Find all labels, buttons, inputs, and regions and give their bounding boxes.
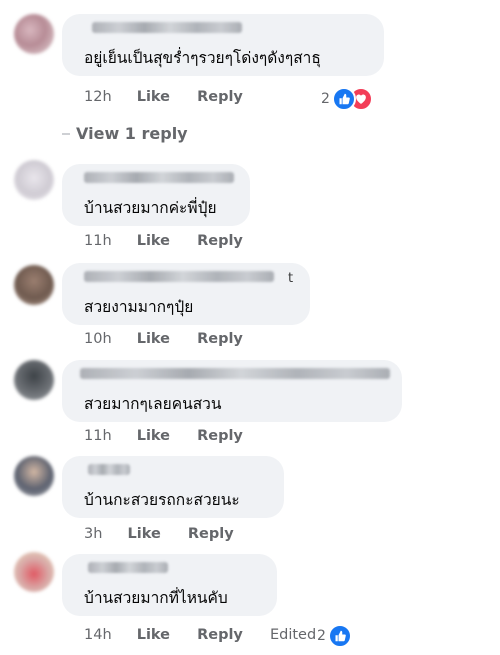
comment-time[interactable]: 11h (84, 233, 112, 249)
like-icon (331, 87, 356, 111)
comment-time[interactable]: 11h (84, 428, 112, 444)
like-button[interactable]: Like (137, 89, 170, 105)
comment-bubble: สวยมากๆเลยคนสวน (62, 360, 402, 422)
comment-bubble: อยู่เย็นเป็นสุขร่ำๆรวยๆโด่งๆดังๆสาธุ (62, 14, 384, 76)
avatar[interactable] (14, 265, 54, 305)
comment-actions: 11h Like Reply (84, 428, 265, 448)
avatar[interactable] (14, 14, 54, 54)
comment-actions: 11h Like Reply (84, 233, 265, 253)
reply-button[interactable]: Reply (197, 331, 243, 347)
avatar[interactable] (14, 456, 54, 496)
edited-label: Edited (269, 627, 317, 643)
reply-button[interactable]: Reply (197, 89, 243, 105)
reply-connector (62, 133, 70, 135)
reaction-summary[interactable]: 2 (317, 624, 352, 648)
comment-text: สวยงามมากๆปุ๋ย (84, 298, 194, 316)
comment-bubble: บ้านกะสวยรถกะสวยนะ (62, 456, 284, 518)
reaction-count: 2 (317, 628, 326, 644)
reply-button[interactable]: Reply (197, 627, 243, 643)
comment-bubble: บ้านสวยมากที่ไหนคับ (62, 554, 277, 616)
commenter-name[interactable] (92, 22, 242, 33)
view-replies-link[interactable]: View 1 reply (76, 124, 188, 143)
avatar[interactable] (14, 552, 54, 592)
comment-time[interactable]: 12h (84, 89, 112, 105)
comment-time[interactable]: 3h (84, 526, 102, 542)
reply-button[interactable]: Reply (188, 526, 234, 542)
comment-actions: 3h Like Reply (84, 526, 256, 546)
reaction-count: 2 (321, 91, 330, 107)
avatar[interactable] (14, 360, 54, 400)
comment-time[interactable]: 10h (84, 331, 112, 347)
commenter-name[interactable] (88, 562, 168, 573)
commenter-name[interactable] (84, 172, 234, 183)
commenter-name[interactable] (88, 464, 130, 475)
comment-bubble: บ้านสวยมากค่ะพี่ปุ๋ย (62, 164, 250, 226)
comment-text: บ้านกะสวยรถกะสวยนะ (84, 491, 240, 509)
comment-text: บ้านสวยมากที่ไหนคับ (84, 589, 228, 607)
commenter-name-tail: t (288, 271, 294, 286)
comment-text: อยู่เย็นเป็นสุขร่ำๆรวยๆโด่งๆดังๆสาธุ (84, 49, 321, 67)
like-button[interactable]: Like (127, 526, 160, 542)
comment-actions: 12h Like Reply (84, 89, 265, 109)
like-button[interactable]: Like (137, 627, 170, 643)
like-button[interactable]: Like (137, 331, 170, 347)
comment-time[interactable]: 14h (84, 627, 112, 643)
comment-actions: 10h Like Reply (84, 331, 265, 351)
commenter-name[interactable] (84, 271, 274, 282)
like-icon (327, 624, 352, 648)
avatar[interactable] (14, 160, 54, 200)
like-button[interactable]: Like (137, 428, 170, 444)
reply-button[interactable]: Reply (197, 428, 243, 444)
commenter-name[interactable] (80, 368, 390, 379)
reaction-summary[interactable]: 2 (321, 87, 373, 111)
like-button[interactable]: Like (137, 233, 170, 249)
comment-bubble: สวยงามมากๆปุ๋ย (62, 263, 310, 325)
comment-text: บ้านสวยมากค่ะพี่ปุ๋ย (84, 199, 217, 217)
reply-button[interactable]: Reply (197, 233, 243, 249)
comment-actions: 14h Like Reply Edited (84, 627, 336, 647)
comment-text: สวยมากๆเลยคนสวน (84, 395, 222, 413)
